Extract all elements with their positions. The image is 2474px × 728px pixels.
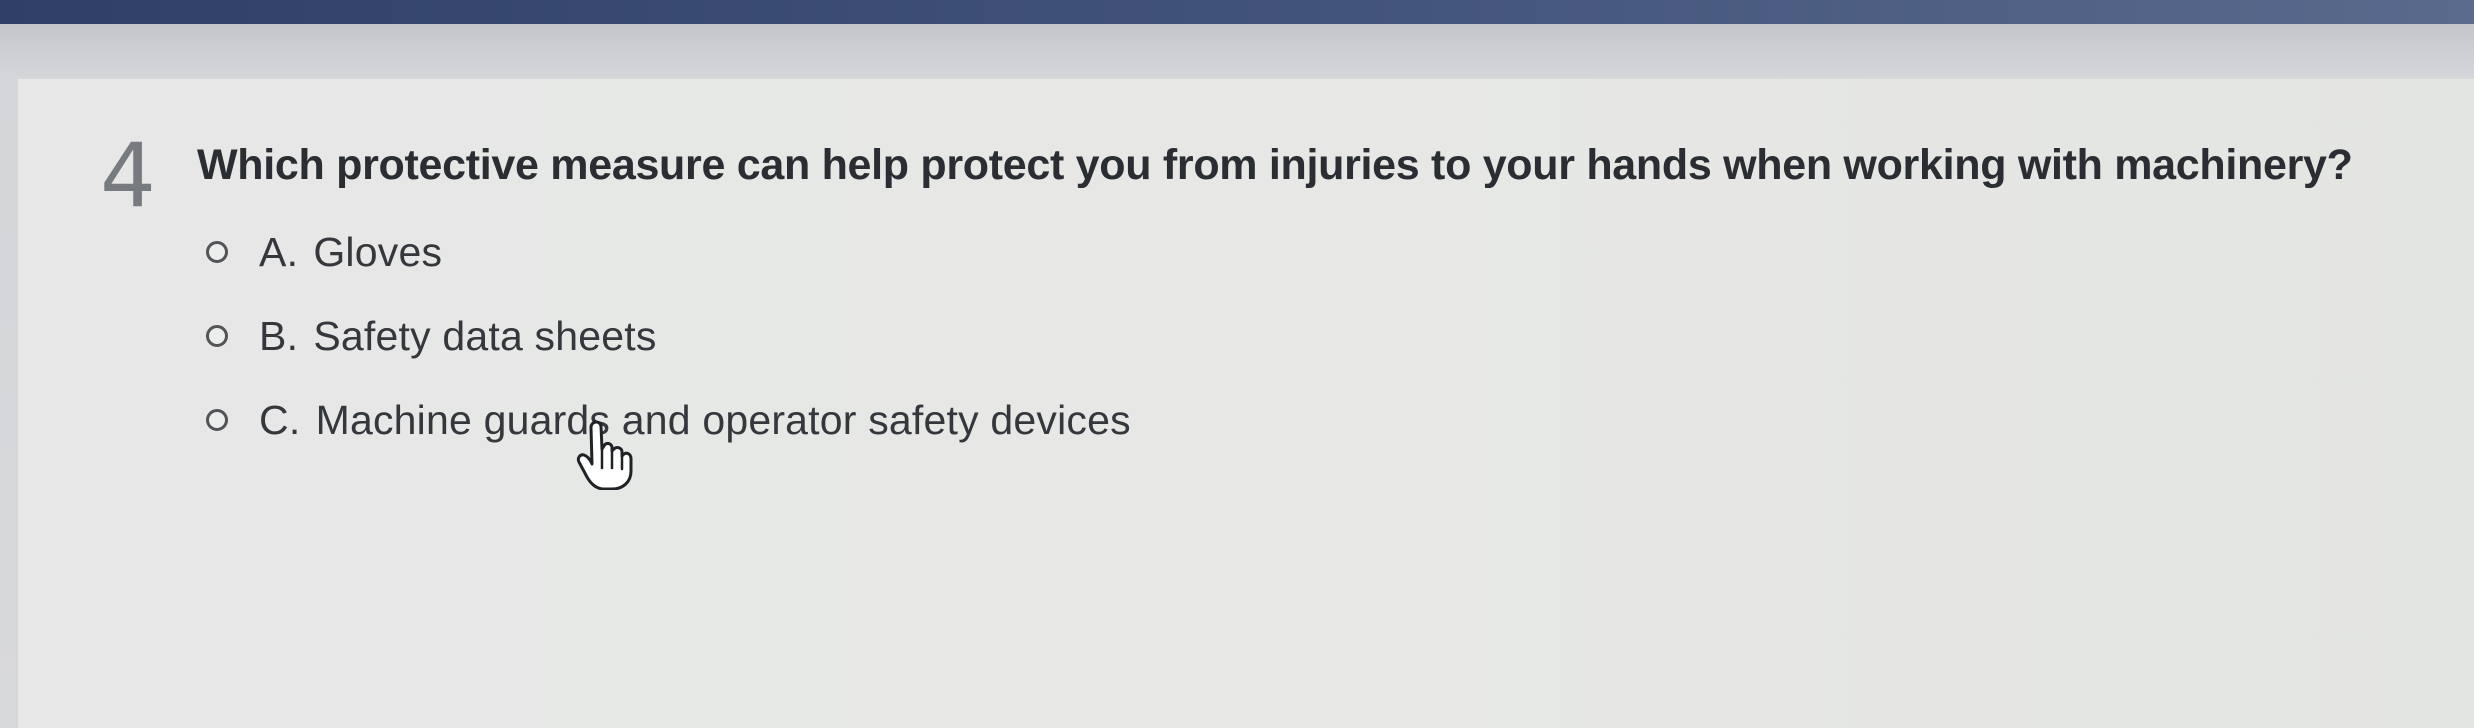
question-panel: 4 Which protective measure can help prot… bbox=[16, 78, 2474, 728]
option-c-letter: C. bbox=[259, 396, 301, 443]
question-text: Which protective measure can help protec… bbox=[197, 141, 2353, 189]
quiz-screen: 4 Which protective measure can help prot… bbox=[0, 0, 2474, 728]
header-shadow bbox=[0, 24, 2474, 78]
top-navigation-bar bbox=[0, 0, 2474, 24]
option-a-text: Gloves bbox=[313, 228, 443, 275]
option-b-text: Safety data sheets bbox=[313, 312, 657, 359]
answer-options: A. Gloves B. Safety data sheets C. Machi… bbox=[206, 228, 1306, 448]
option-b-radio-row[interactable]: B. Safety data sheets bbox=[206, 312, 657, 360]
question-number: 4 bbox=[100, 124, 156, 227]
option-a-letter: A. bbox=[259, 228, 299, 275]
option-a-radio-row[interactable]: A. Gloves bbox=[206, 228, 442, 276]
radio-button-icon[interactable] bbox=[206, 409, 228, 431]
radio-button-icon[interactable] bbox=[206, 325, 228, 347]
radio-button-icon[interactable] bbox=[206, 241, 228, 263]
option-c-radio-row[interactable]: C. Machine guards and operator safety de… bbox=[206, 396, 1131, 444]
option-b-letter: B. bbox=[259, 312, 299, 359]
option-c-text: Machine guards and operator safety devic… bbox=[315, 396, 1131, 443]
